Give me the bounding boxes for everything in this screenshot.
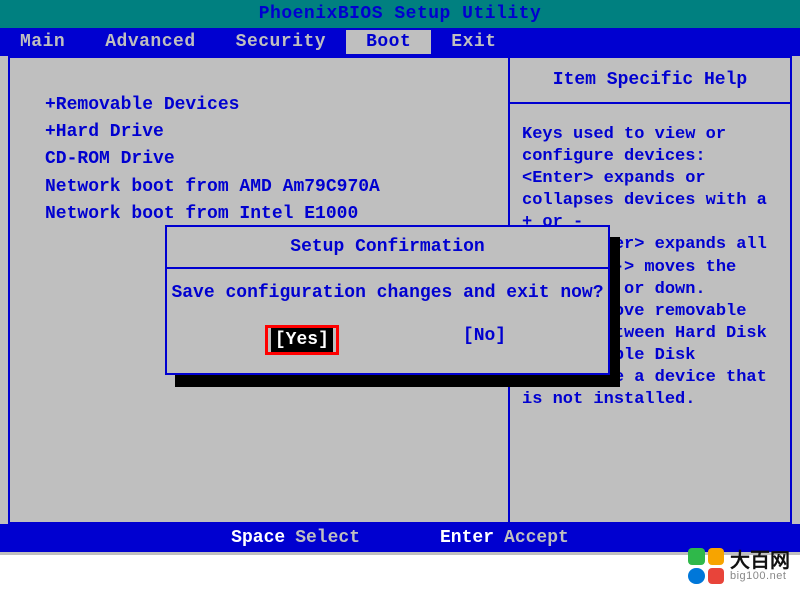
- menu-item-security[interactable]: Security: [216, 30, 346, 54]
- footer-hint: SpaceSelect: [231, 528, 360, 548]
- boot-list-item[interactable]: Network boot from AMD Am79C970A: [45, 175, 488, 200]
- menu-item-advanced[interactable]: Advanced: [85, 30, 215, 54]
- boot-list-item[interactable]: CD-ROM Drive: [45, 147, 488, 172]
- help-title: Item Specific Help: [510, 58, 790, 104]
- boot-list-item[interactable]: Network boot from Intel E1000: [45, 202, 488, 227]
- dialog-no-button[interactable]: [No]: [459, 325, 510, 355]
- dialog-message: Save configuration changes and exit now?: [167, 269, 608, 321]
- boot-list-item[interactable]: +Hard Drive: [45, 120, 488, 145]
- footer-hint: EnterAccept: [440, 528, 569, 548]
- watermark-logo-icon: [688, 548, 724, 584]
- menu-item-exit[interactable]: Exit: [431, 30, 516, 54]
- confirmation-dialog: Setup Confirmation Save configuration ch…: [165, 225, 610, 375]
- yes-highlight: [Yes]: [265, 325, 339, 355]
- dialog-yes-button[interactable]: [Yes]: [271, 328, 333, 352]
- dialog-title: Setup Confirmation: [167, 227, 608, 269]
- watermark-text: 大百网 big100.net: [730, 551, 790, 582]
- dialog-buttons: [Yes] [No]: [167, 321, 608, 373]
- boot-list-item[interactable]: +Removable Devices: [45, 93, 488, 118]
- menu-item-main[interactable]: Main: [0, 30, 85, 54]
- menu-item-boot[interactable]: Boot: [346, 30, 431, 54]
- footer-bar: SpaceSelect EnterAccept: [0, 524, 800, 552]
- bios-screen: PhoenixBIOS Setup Utility MainAdvancedSe…: [0, 0, 800, 555]
- watermark: 大百网 big100.net: [688, 548, 790, 584]
- menu-bar: MainAdvancedSecurityBootExit: [0, 28, 800, 56]
- title-bar: PhoenixBIOS Setup Utility: [0, 0, 800, 28]
